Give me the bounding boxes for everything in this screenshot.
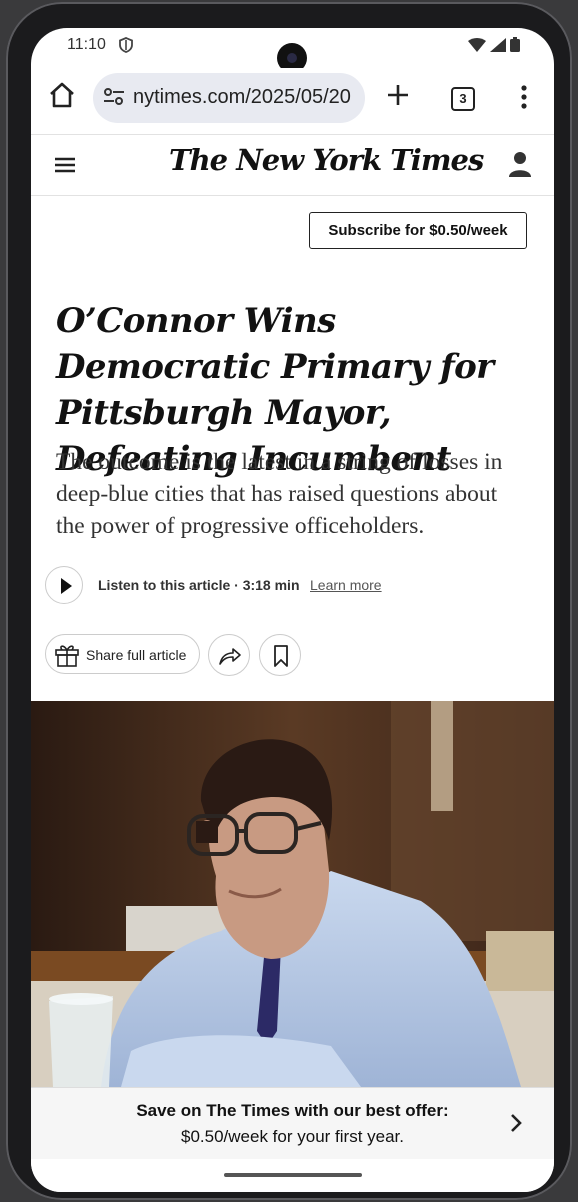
play-button[interactable] xyxy=(45,566,83,604)
home-button[interactable] xyxy=(47,80,77,110)
system-icons xyxy=(468,37,520,52)
hamburger-icon xyxy=(55,157,75,173)
tab-switcher-button[interactable]: 3 xyxy=(451,87,475,111)
article-summary: The outcome is the latest in a string of… xyxy=(56,449,503,539)
home-icon xyxy=(50,82,74,108)
wifi-icon xyxy=(468,37,486,52)
share-full-article-button[interactable]: Share full article xyxy=(45,634,200,674)
address-bar[interactable]: nytimes.com/2025/05/20 xyxy=(93,73,365,123)
site-settings-icon[interactable] xyxy=(103,87,125,112)
new-tab-button[interactable] xyxy=(385,82,411,113)
more-vert-icon xyxy=(521,85,527,109)
nyt-logo[interactable]: The New York Times xyxy=(169,143,484,177)
audio-player: Listen to this article · 3:18 min Learn … xyxy=(45,566,445,606)
signal-icon xyxy=(490,37,506,52)
share-label: Share full article xyxy=(86,647,187,663)
listen-label: Listen to this article · 3:18 min xyxy=(98,577,300,593)
article-photo xyxy=(31,701,554,1087)
chevron-right-icon[interactable] xyxy=(509,1112,523,1139)
bookmark-icon xyxy=(274,645,288,667)
shield-icon xyxy=(119,37,133,58)
share-button[interactable] xyxy=(208,634,250,676)
site-header: The New York Times xyxy=(31,134,554,196)
account-button[interactable] xyxy=(509,151,531,182)
learn-more-link[interactable]: Learn more xyxy=(310,577,382,593)
share-arrow-icon xyxy=(219,648,241,665)
menu-button[interactable] xyxy=(55,157,75,178)
more-menu-button[interactable] xyxy=(519,84,529,115)
offer-title: Save on The Times with our best offer: xyxy=(136,1101,449,1120)
status-bar: 11:10 xyxy=(31,28,554,73)
offer-banner[interactable]: Save on The Times with our best offer: $… xyxy=(31,1087,554,1160)
save-article-button[interactable] xyxy=(259,634,301,676)
home-gesture-bar[interactable] xyxy=(224,1173,362,1177)
subscribe-button[interactable]: Subscribe for $0.50/week xyxy=(309,212,527,249)
status-time: 11:10 xyxy=(67,36,106,53)
user-icon xyxy=(509,152,531,177)
gift-icon xyxy=(54,643,80,672)
battery-icon xyxy=(510,37,520,52)
gesture-nav-area xyxy=(31,1159,554,1192)
url-text[interactable]: nytimes.com/2025/05/20 xyxy=(133,86,351,109)
browser-toolbar: nytimes.com/2025/05/20 3 xyxy=(31,68,554,134)
phone-screen: 11:10 nytimes.com/2025/05/20 3 The New Y… xyxy=(31,28,554,1192)
plus-icon xyxy=(388,85,408,105)
offer-subtitle: $0.50/week for your first year. xyxy=(181,1127,404,1146)
